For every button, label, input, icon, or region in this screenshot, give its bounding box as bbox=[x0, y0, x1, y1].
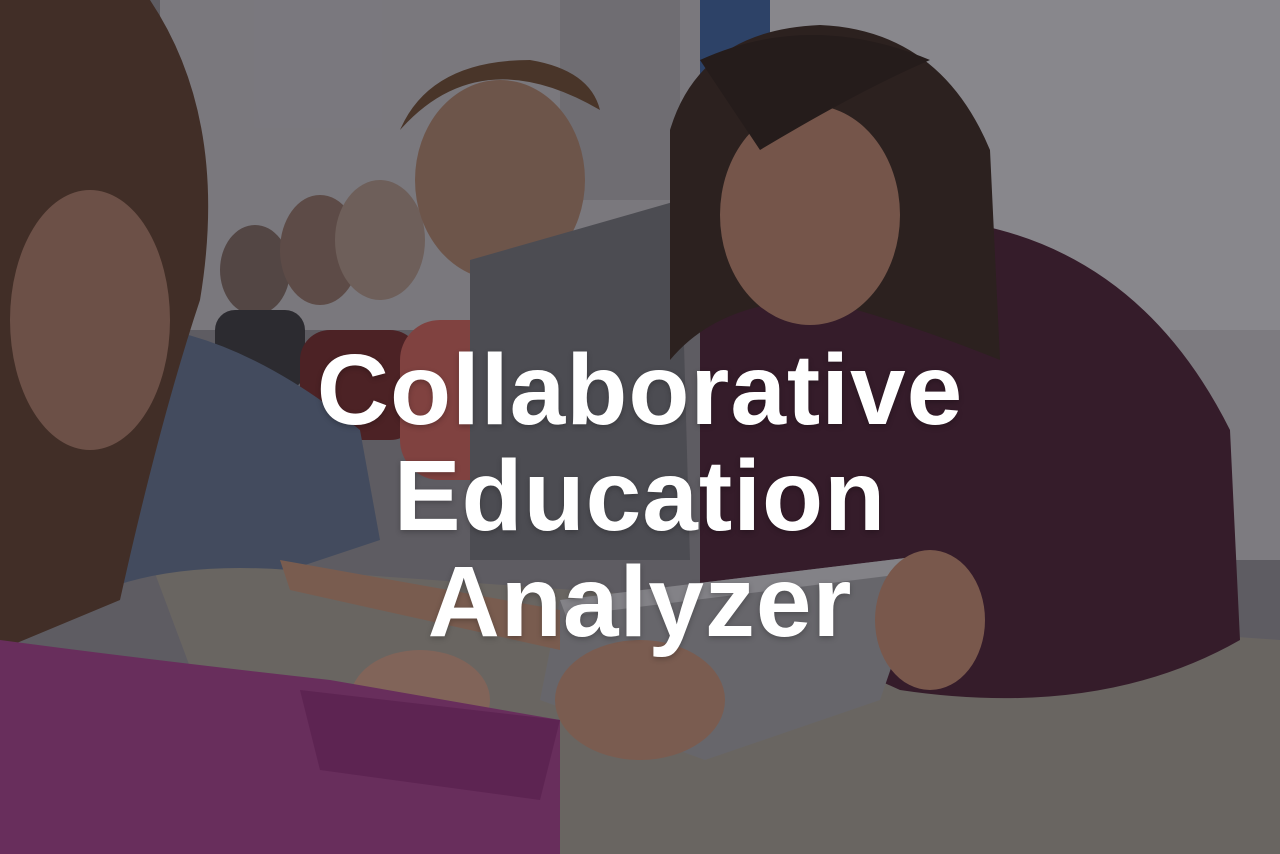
hero-title: Collaborative Education Analyzer bbox=[0, 337, 1280, 655]
hero-title-line-1: Collaborative bbox=[316, 334, 964, 446]
hero-title-line-2: Education bbox=[393, 440, 887, 552]
hero-banner: Collaborative Education Analyzer bbox=[0, 0, 1280, 854]
hero-title-line-3: Analyzer bbox=[427, 546, 853, 658]
